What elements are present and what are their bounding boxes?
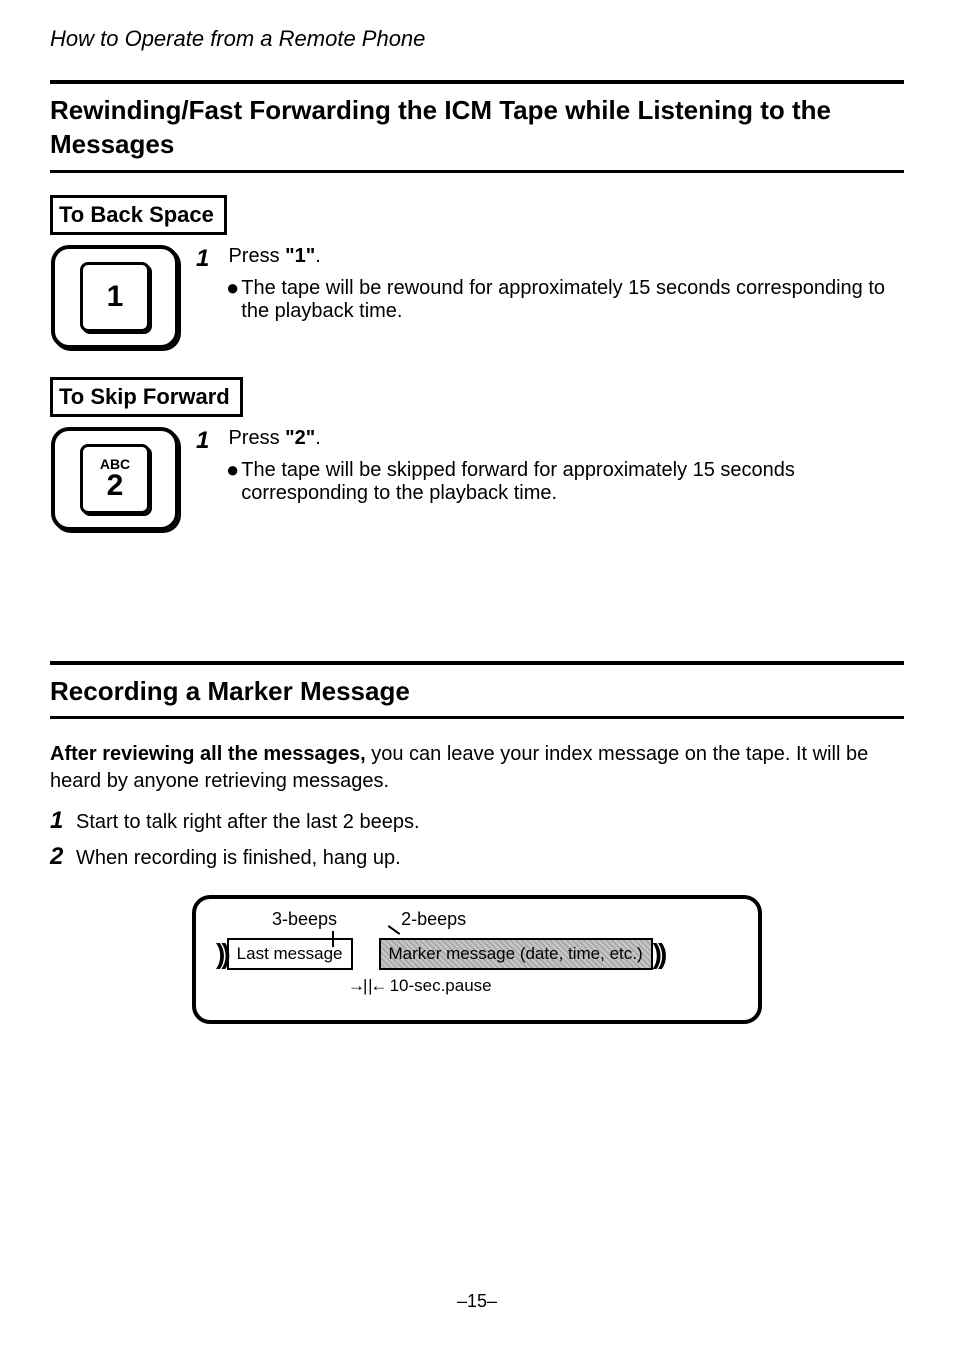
- text: The tape will be rewound for approximate…: [241, 277, 904, 323]
- key-reference: "2": [285, 427, 315, 449]
- list-number: 2: [50, 839, 76, 875]
- text: 2-beeps: [401, 909, 466, 929]
- bullet-icon: ●: [226, 277, 239, 323]
- step-instruction: Press "2".: [228, 427, 320, 450]
- subheading-back-space: To Back Space: [50, 195, 227, 235]
- key-digit: 1: [107, 282, 124, 312]
- text-bold: After reviewing all the messages,: [50, 743, 366, 765]
- numbered-list: 1 Start to talk right after the last 2 b…: [50, 803, 904, 875]
- pause-arrow-icon: →| |←: [348, 976, 386, 996]
- label-10-sec-pause: 10-sec.pause: [390, 976, 492, 996]
- marker-message-box: Marker message (date, time, etc.): [379, 938, 653, 970]
- list-item: 2 When recording is finished, hang up.: [50, 839, 904, 875]
- text: Start to talk right after the last 2 bee…: [76, 807, 420, 837]
- step-row: 1 1 Press "1". ● The tape will be rewoun…: [50, 245, 904, 349]
- rule: [50, 661, 904, 665]
- step-instruction: Press "1".: [228, 245, 320, 268]
- list-number: 1: [50, 803, 76, 839]
- pointer-line-icon: [388, 926, 401, 936]
- text: When recording is finished, hang up.: [76, 843, 401, 873]
- text: 3-beeps: [272, 909, 337, 929]
- rule: [50, 716, 904, 719]
- section-title-rewind: Rewinding/Fast Forwarding the ICM Tape w…: [50, 94, 904, 162]
- step-number: 1: [196, 427, 224, 455]
- rule: [50, 80, 904, 84]
- keypad-key-1-illustration: 1: [50, 245, 180, 349]
- page-number: –15–: [0, 1291, 954, 1312]
- intro-paragraph: After reviewing all the messages, you ca…: [50, 741, 904, 795]
- tape-reel-left-icon: )): [216, 945, 227, 963]
- key-reference: "1": [285, 245, 315, 267]
- key-digit: 2: [107, 471, 124, 501]
- text: .: [315, 245, 321, 267]
- subheading-skip-forward: To Skip Forward: [50, 377, 243, 417]
- page-section-header: How to Operate from a Remote Phone: [50, 26, 904, 52]
- bullet-note: ● The tape will be rewound for approxima…: [226, 277, 904, 323]
- text: Press: [228, 427, 285, 449]
- section-title-marker: Recording a Marker Message: [50, 675, 904, 709]
- list-item: 1 Start to talk right after the last 2 b…: [50, 803, 904, 839]
- label-2-beeps: 2-beeps: [401, 909, 466, 930]
- bullet-note: ● The tape will be skipped forward for a…: [226, 459, 904, 505]
- step-number: 1: [196, 245, 224, 273]
- rule: [50, 170, 904, 173]
- pointer-line-icon: [332, 931, 335, 947]
- keypad-key-2-illustration: ABC 2: [50, 427, 180, 531]
- text: The tape will be skipped forward for app…: [241, 459, 904, 505]
- bullet-icon: ●: [226, 459, 239, 505]
- tape-reel-right-icon: )): [653, 945, 664, 963]
- text: Press: [228, 245, 285, 267]
- text: .: [315, 427, 321, 449]
- step-row: ABC 2 1 Press "2". ● The tape will be sk…: [50, 427, 904, 531]
- tape-diagram: 3-beeps 2-beeps )) Last message Marker m…: [192, 895, 762, 1024]
- label-3-beeps: 3-beeps: [272, 909, 337, 930]
